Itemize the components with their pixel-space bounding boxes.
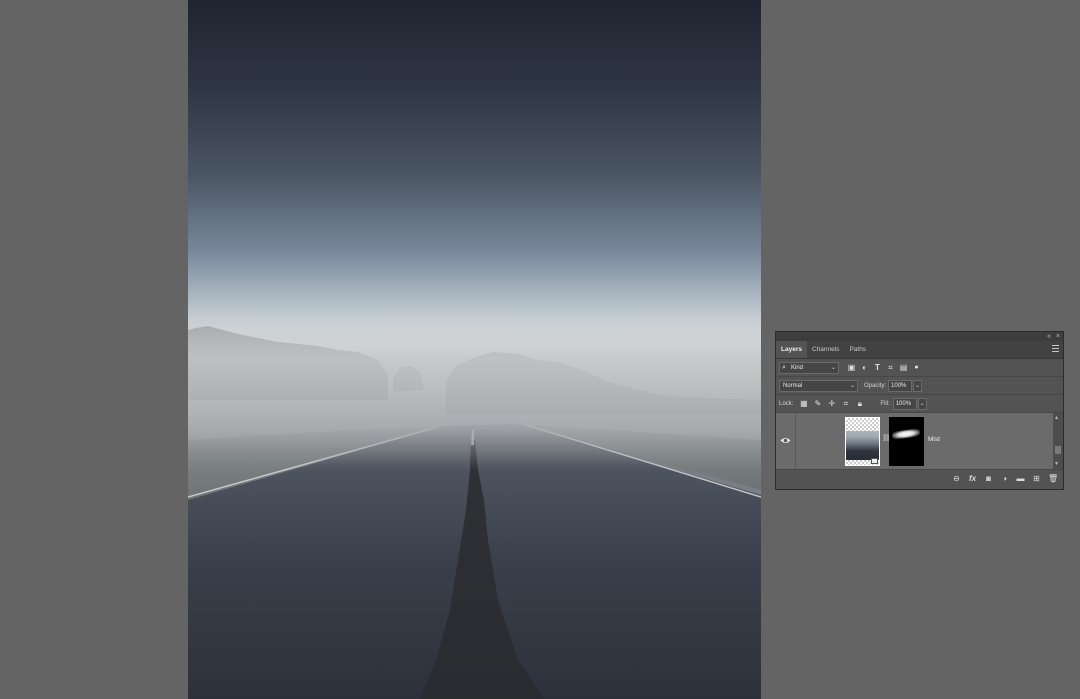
- chevron-down-icon: ⌄: [830, 364, 836, 371]
- lock-artboard-icon[interactable]: ⌗: [841, 399, 850, 408]
- smart-object-filter-icon[interactable]: ▤: [899, 363, 908, 372]
- opacity-label: Opacity:: [864, 382, 887, 389]
- mask-link-icon[interactable]: ⛓: [882, 434, 891, 446]
- chevron-down-icon: ⌄: [849, 382, 855, 389]
- lock-image-icon[interactable]: ✎: [813, 399, 822, 408]
- scroll-up-icon[interactable]: ▴: [1055, 415, 1058, 421]
- add-mask-icon[interactable]: ◙: [984, 474, 993, 483]
- layer-list-scrollbar[interactable]: ▴ ▾: [1053, 413, 1063, 469]
- filter-row: ⌕ Kind ⌄ ▣ ◐ T ⌗ ▤ ●: [776, 359, 1063, 377]
- close-icon[interactable]: ×: [1056, 332, 1060, 341]
- blend-mode-dropdown[interactable]: Normal ⌄: [779, 379, 858, 392]
- filter-kind-dropdown[interactable]: ⌕ Kind ⌄: [779, 361, 839, 374]
- layer-row-mist[interactable]: ⛓ Mist: [776, 413, 1053, 469]
- fx-icon[interactable]: fx: [968, 474, 977, 483]
- delete-layer-icon[interactable]: 🗑︎: [1048, 474, 1058, 483]
- layer-mask-thumbnail[interactable]: [889, 417, 924, 466]
- layer-list: ⛓ Mist ▴ ▾: [776, 413, 1063, 470]
- new-group-icon[interactable]: ▬: [1016, 474, 1025, 483]
- smart-object-badge-icon: [871, 458, 878, 464]
- layer-name[interactable]: Mist: [928, 436, 940, 443]
- misty-road-photo: [188, 300, 761, 699]
- opacity-input[interactable]: 100%: [888, 379, 913, 392]
- filter-icons: ▣ ◐ T ⌗ ▤ ●: [847, 363, 921, 372]
- visibility-eye-icon[interactable]: [780, 435, 791, 446]
- tab-paths[interactable]: Paths: [844, 341, 871, 358]
- transparency-checker: [846, 418, 879, 431]
- collapse-icon[interactable]: «: [1047, 332, 1051, 341]
- fill-label: Fill:: [880, 400, 890, 407]
- search-icon: ⌕: [782, 363, 786, 371]
- adjustment-layer-icon[interactable]: ◑: [1000, 474, 1009, 483]
- panel-titlebar[interactable]: « ×: [776, 332, 1063, 341]
- panel-menu-icon[interactable]: [1052, 345, 1059, 354]
- filter-kind-label: Kind: [791, 364, 804, 371]
- scroll-down-icon[interactable]: ▾: [1055, 461, 1058, 467]
- document-canvas[interactable]: [188, 0, 761, 699]
- opacity-slider-toggle[interactable]: ⌄: [913, 379, 923, 392]
- layer-thumbnail[interactable]: [845, 417, 880, 466]
- image-filter-icon[interactable]: ▣: [847, 363, 856, 372]
- blend-row: Normal ⌄ Opacity: 100% ⌄: [776, 377, 1063, 395]
- shape-filter-icon[interactable]: ⌗: [886, 363, 895, 372]
- scroll-thumb[interactable]: [1055, 446, 1061, 454]
- type-filter-icon[interactable]: T: [873, 363, 882, 372]
- fill-slider-toggle[interactable]: ⌄: [917, 397, 927, 410]
- mask-highlight: [891, 428, 921, 440]
- blend-mode-label: Normal: [783, 382, 803, 389]
- tab-channels[interactable]: Channels: [807, 341, 844, 358]
- lock-position-icon[interactable]: ✛: [827, 399, 836, 408]
- lock-transparent-icon[interactable]: ▦: [799, 399, 808, 408]
- lock-all-icon[interactable]: 🔒︎: [855, 399, 864, 408]
- link-layers-icon[interactable]: ⊖: [952, 474, 961, 483]
- lock-icons: ▦ ✎ ✛ ⌗ 🔒︎: [799, 399, 864, 408]
- layers-panel: « × Layers Channels Paths ⌕ Kind ⌄ ▣ ◐ T…: [775, 331, 1064, 490]
- new-layer-icon[interactable]: ⊞: [1032, 474, 1041, 483]
- fill-input[interactable]: 100%: [892, 397, 917, 410]
- lock-label: Lock:: [779, 400, 794, 407]
- panel-tabs: Layers Channels Paths: [776, 341, 1063, 359]
- lock-row: Lock: ▦ ✎ ✛ ⌗ 🔒︎ Fill: 100% ⌄: [776, 395, 1063, 413]
- layers-bottom-toolbar: ⊖ fx ◙ ◑ ▬ ⊞ 🗑︎: [776, 470, 1063, 487]
- tab-layers[interactable]: Layers: [776, 341, 807, 358]
- toggle-filter-icon[interactable]: ●: [912, 363, 921, 372]
- layer-divider: [795, 413, 796, 469]
- adjustment-filter-icon[interactable]: ◐: [860, 363, 869, 372]
